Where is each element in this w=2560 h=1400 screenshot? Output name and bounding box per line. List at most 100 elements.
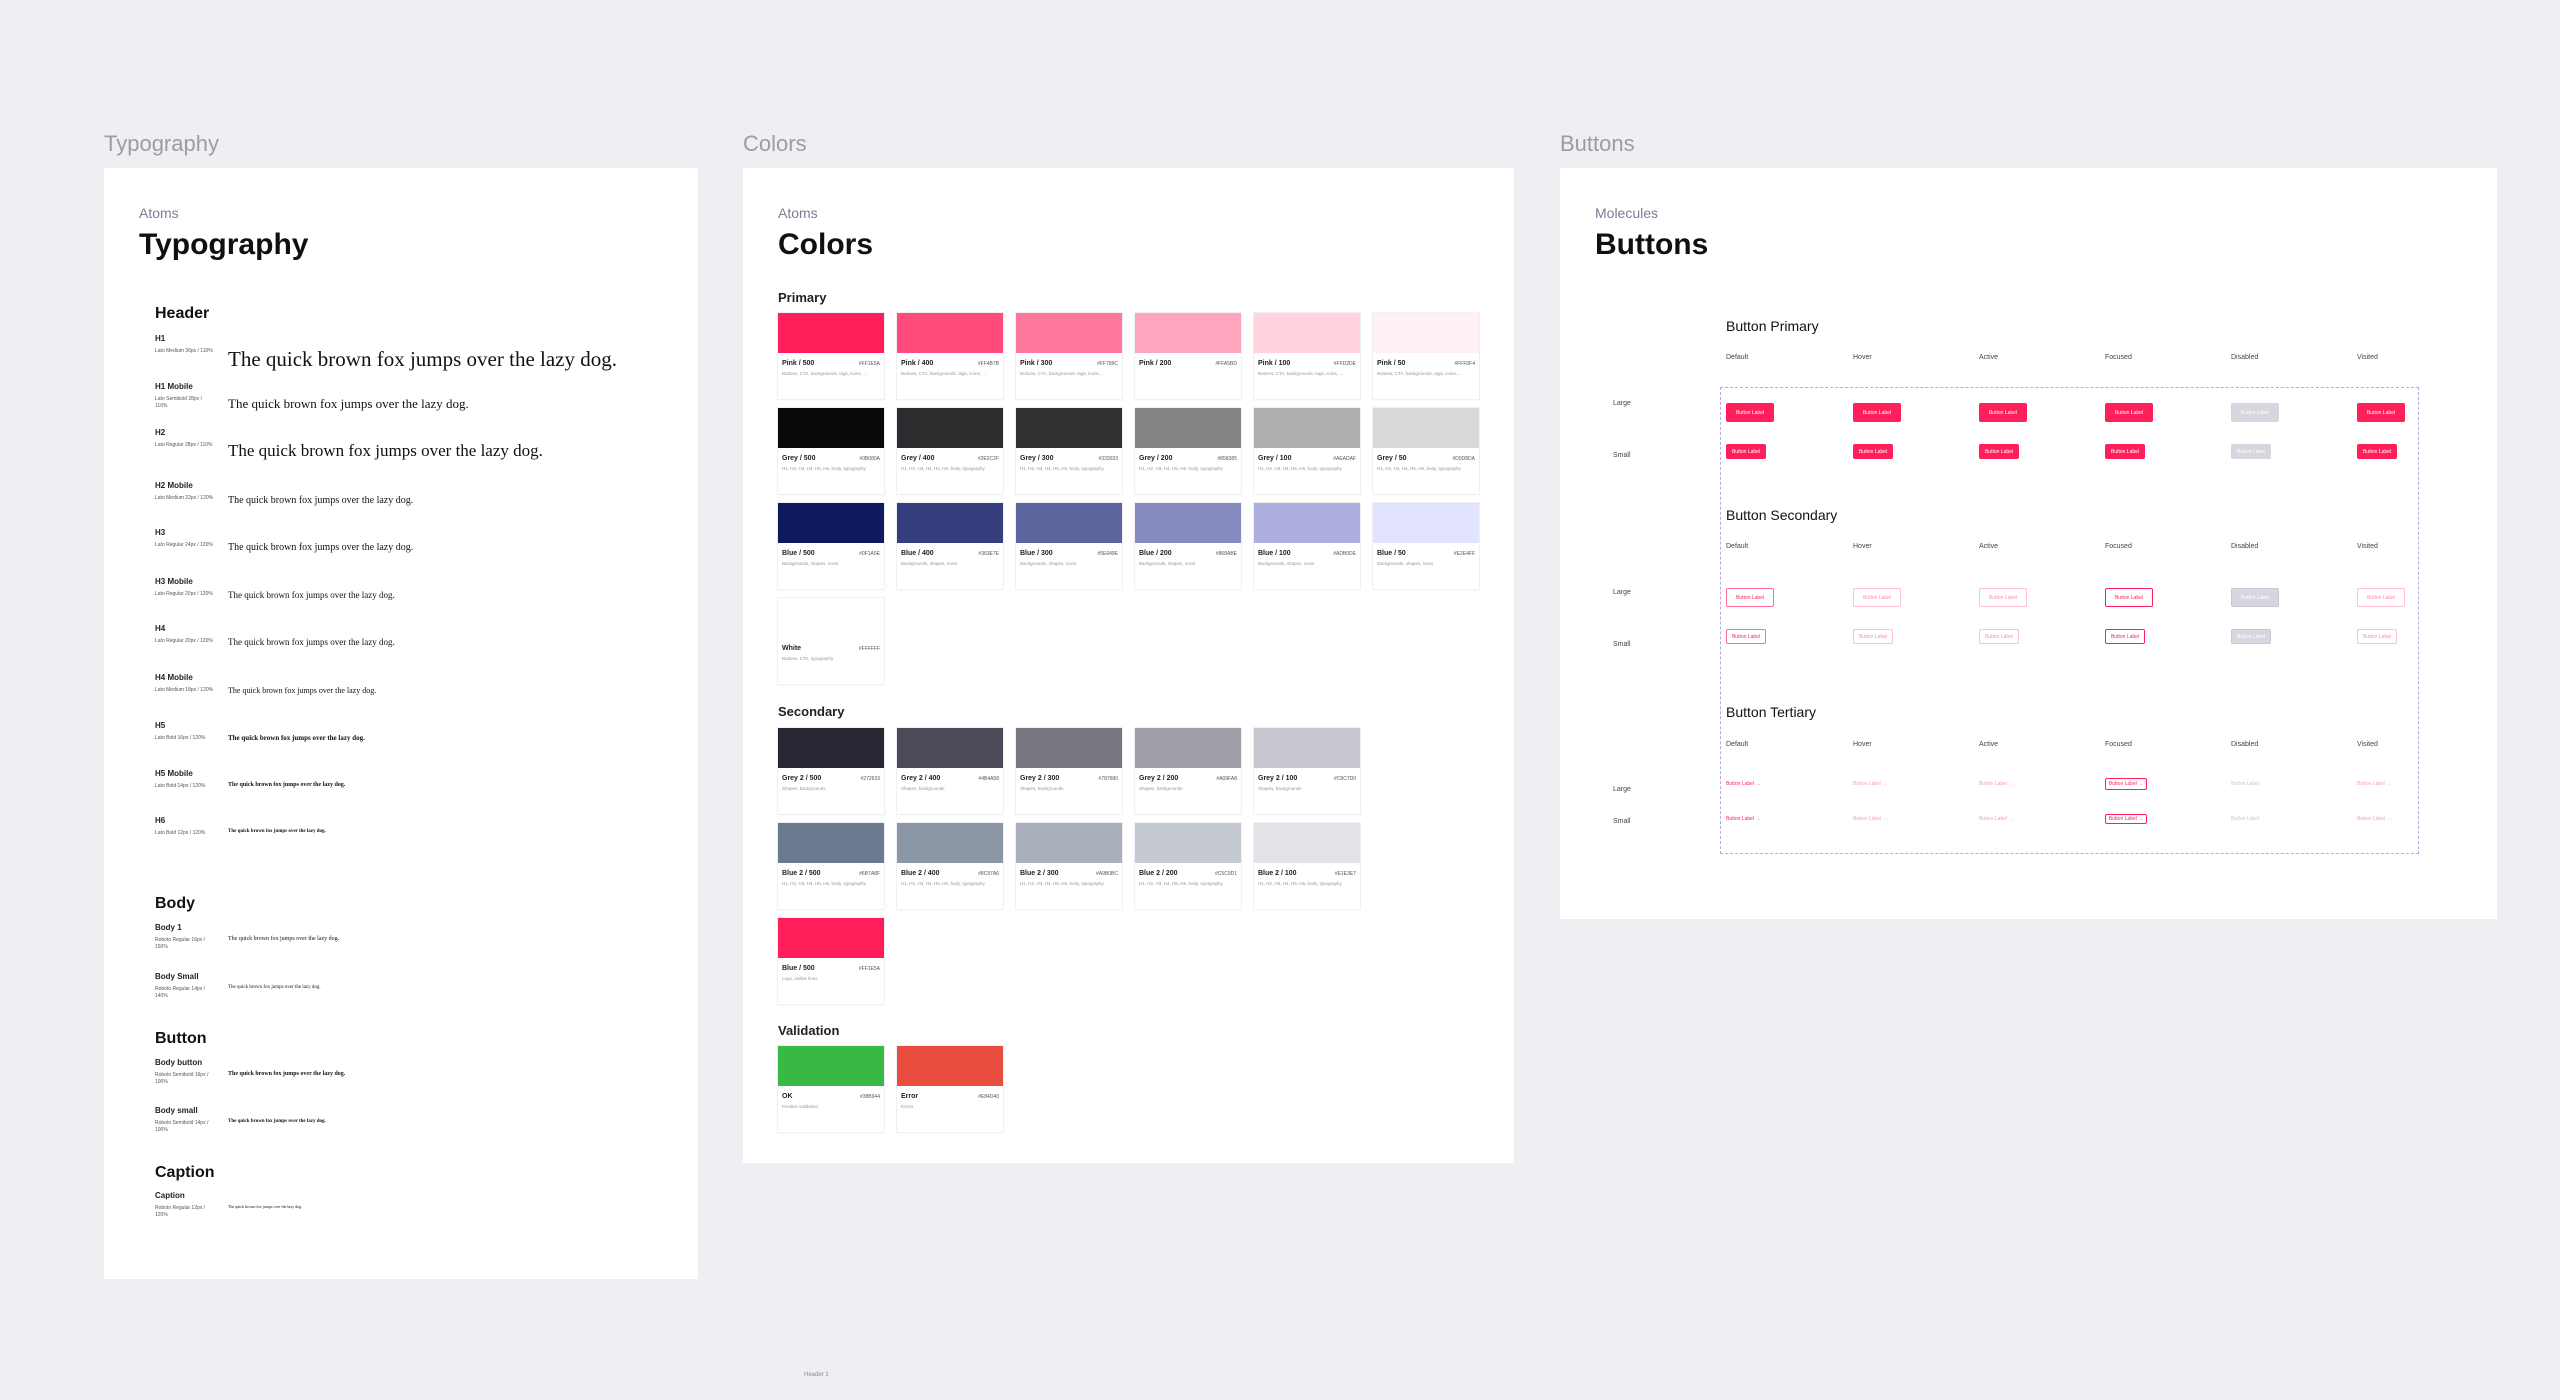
color-swatch-card[interactable]: Grey 2 / 300 #787680 Shapes, backgrounds	[1016, 728, 1122, 814]
button-tertiary-large-disabled[interactable]: Button Label	[2231, 778, 2273, 790]
button-primary-large-default[interactable]: Button Label	[1726, 403, 1774, 422]
button-tertiary-large-hover[interactable]: Button Label →	[1853, 778, 1895, 790]
type-style-name: H5	[155, 721, 166, 730]
state-label-disabled: Disabled	[2231, 741, 2259, 748]
color-swatch-card[interactable]: Pink / 400 #FF4B7B Buttons, CTA, backgroun…	[897, 313, 1003, 399]
button-secondary-large-hover[interactable]: Button Label	[1853, 588, 1901, 607]
type-style-name: Body 1	[155, 923, 182, 932]
color-swatch-card[interactable]: Blue / 500 #0F1A5E Backgrounds, shapes, ic…	[778, 503, 884, 589]
color-swatch-card[interactable]: Blue / 500 #FF1E5A Logo, visible lines	[778, 918, 884, 1004]
typography-frame: Atoms Typography Header Body Button Capt…	[104, 168, 698, 1279]
type-style-meta: Lato Semibold 28px / 110%	[155, 396, 202, 409]
button-primary-large-focused[interactable]: Button Label	[2105, 403, 2153, 422]
button-tertiary-small-disabled[interactable]: Button Label	[2231, 814, 2273, 824]
button-primary-large-disabled[interactable]: Button Label	[2231, 403, 2279, 422]
button-primary-small-active[interactable]: Button Label	[1979, 444, 2019, 459]
swatch-description: H1, H2, H3, H4, H5, H6, body, typography	[782, 466, 866, 471]
color-swatch-card[interactable]: Grey 2 / 400 #4B4A58 Shapes, backgrounds	[897, 728, 1003, 814]
color-swatch	[1135, 728, 1241, 768]
type-style-meta: Lato Bold 12px / 120%	[155, 830, 206, 836]
button-secondary-large-default[interactable]: Button Label	[1726, 588, 1774, 607]
color-swatch-card[interactable]: Grey / 500 #0B080A H1, H2, H3, H4, H5, H6,…	[778, 408, 884, 494]
color-swatch-card[interactable]: Pink / 300 #FF789C Buttons, CTA, backgroun…	[1016, 313, 1122, 399]
color-swatch-card[interactable]: Grey / 100 #AEADAF H1, H2, H3, H4, H5, H6,…	[1254, 408, 1360, 494]
button-primary-small-default[interactable]: Button Label	[1726, 444, 1766, 459]
swatch-name: Blue / 50	[1377, 550, 1406, 557]
swatch-hex: #D9D8DA	[1452, 456, 1475, 462]
button-tertiary-small-active[interactable]: Button Label →	[1979, 814, 2021, 824]
button-tertiary-small-default[interactable]: Button Label →	[1726, 814, 1768, 824]
swatch-name: Pink / 500	[782, 360, 815, 367]
color-swatch-card[interactable]: Pink / 200 #FFA5BD	[1135, 313, 1241, 399]
color-swatch-card[interactable]: Blue / 400 #363E7E Backgrounds, shapes, ic…	[897, 503, 1003, 589]
color-swatch-card[interactable]: OK #38B944 Positive validation	[778, 1046, 884, 1132]
breadcrumb: Atoms	[139, 205, 179, 221]
color-swatch-card[interactable]: Blue / 50 #E2E4FF Backgrounds, shapes, ico…	[1373, 503, 1479, 589]
color-swatch-card[interactable]: Blue 2 / 100 #E1E3E7 H1, H2, H3, H4, H5, H…	[1254, 823, 1360, 909]
swatch-description: H1, H2, H3, H4, H5, H6, body, typography	[1020, 466, 1104, 471]
button-secondary-large-active[interactable]: Button Label	[1979, 588, 2027, 607]
color-swatch-card[interactable]: Pink / 50 #FFF0F4 Buttons, CTA, background…	[1373, 313, 1479, 399]
color-swatch-card[interactable]: Blue 2 / 400 #8C97A6 H1, H2, H3, H4, H5, H…	[897, 823, 1003, 909]
swatch-name: Blue / 100	[1258, 550, 1291, 557]
type-style-row: H3 Lato Regular 24px / 120% The quick brow…	[155, 528, 675, 576]
button-primary-large-active[interactable]: Button Label	[1979, 403, 2027, 422]
color-swatch-card[interactable]: Blue 2 / 300 #A9B0BC H1, H2, H3, H4, H5, H…	[1016, 823, 1122, 909]
type-style-name: H2 Mobile	[155, 481, 193, 490]
color-swatch-card[interactable]: Grey / 50 #D9D8DA H1, H2, H3, H4, H5, H6, …	[1373, 408, 1479, 494]
color-swatch-card[interactable]: Blue / 200 #868ABE Backgrounds, shapes, ic…	[1135, 503, 1241, 589]
color-swatch-card[interactable]: Grey / 300 #333033 H1, H2, H3, H4, H5, H6,…	[1016, 408, 1122, 494]
color-swatch-card[interactable]: Blue / 300 #5E649E Backgrounds, shapes, ic…	[1016, 503, 1122, 589]
button-tertiary-large-default[interactable]: Button Label →	[1726, 778, 1768, 790]
button-primary-large-hover[interactable]: Button Label	[1853, 403, 1901, 422]
state-label-disabled: Disabled	[2231, 543, 2259, 550]
type-style-name: H3 Mobile	[155, 577, 193, 586]
button-primary-small-hover[interactable]: Button Label	[1853, 444, 1893, 459]
swatch-name: OK	[782, 1093, 793, 1100]
button-tertiary-large-focused[interactable]: Button Label →	[2105, 778, 2147, 790]
button-primary-small-visited[interactable]: Button Label	[2357, 444, 2397, 459]
page-title: Typography	[139, 228, 309, 261]
color-swatch-card[interactable]: Grey 2 / 100 #C8C7D0 Shapes, backgrounds	[1254, 728, 1360, 814]
size-label-large: Large	[1613, 400, 1631, 407]
frame-title-colors[interactable]: Colors	[743, 131, 807, 157]
color-swatch	[1373, 408, 1479, 448]
button-secondary-small-focused[interactable]: Button Label	[2105, 629, 2145, 644]
color-swatch	[778, 408, 884, 448]
button-secondary-small-active[interactable]: Button Label	[1979, 629, 2019, 644]
button-secondary-small-hover[interactable]: Button Label	[1853, 629, 1893, 644]
button-secondary-small-disabled[interactable]: Button Label	[2231, 629, 2271, 644]
button-primary-large-visited[interactable]: Button Label	[2357, 403, 2405, 422]
button-secondary-small-default[interactable]: Button Label	[1726, 629, 1766, 644]
color-swatch-card[interactable]: Error #E84D40 Errors	[897, 1046, 1003, 1132]
button-secondary-large-focused[interactable]: Button Label	[2105, 588, 2153, 607]
button-tertiary-large-active[interactable]: Button Label →	[1979, 778, 2021, 790]
color-swatch	[1135, 408, 1241, 448]
frame-title-typography[interactable]: Typography	[104, 131, 219, 157]
button-secondary-small-visited[interactable]: Button Label	[2357, 629, 2397, 644]
button-secondary-large-disabled[interactable]: Button Label	[2231, 588, 2279, 607]
button-primary-small-disabled[interactable]: Button Label	[2231, 444, 2271, 459]
button-tertiary-small-hover[interactable]: Button Label →	[1853, 814, 1895, 824]
colors-frame: Atoms Colors Primary Secondary Validatio…	[743, 168, 1514, 1163]
color-swatch	[778, 503, 884, 543]
color-swatch-card[interactable]: Blue / 100 #ADB0DE Backgrounds, shapes, ic…	[1254, 503, 1360, 589]
color-swatch-card[interactable]: Grey / 200 #858385 H1, H2, H3, H4, H5, H6,…	[1135, 408, 1241, 494]
color-swatch-card[interactable]: Grey / 400 #2E2C2F H1, H2, H3, H4, H5, H6,…	[897, 408, 1003, 494]
color-swatch-card[interactable]: Blue 2 / 200 #C5C9D1 H1, H2, H3, H4, H5, H…	[1135, 823, 1241, 909]
color-swatch-card[interactable]: White #FFFFFF Buttons, CTA, typography	[778, 598, 884, 684]
button-secondary-large-visited[interactable]: Button Label	[2357, 588, 2405, 607]
button-tertiary-large-visited[interactable]: Button Label →	[2357, 778, 2399, 790]
color-swatch-card[interactable]: Blue 2 / 500 #6B7A8F H1, H2, H3, H4, H5, H…	[778, 823, 884, 909]
color-swatch-card[interactable]: Grey 2 / 200 #A09FA8 Shapes, backgrounds	[1135, 728, 1241, 814]
color-swatch-card[interactable]: Grey 2 / 500 #272633 Shapes, backgrounds	[778, 728, 884, 814]
button-tertiary-small-visited[interactable]: Button Label →	[2357, 814, 2399, 824]
swatch-hex: #6B7A8F	[859, 871, 880, 877]
swatch-name: White	[782, 645, 802, 652]
button-tertiary-small-focused[interactable]: Button Label →	[2105, 814, 2147, 824]
frame-title-buttons[interactable]: Buttons	[1560, 131, 1635, 157]
button-primary-small-focused[interactable]: Button Label	[2105, 444, 2145, 459]
color-swatch-card[interactable]: Pink / 100 #FFD2DE Buttons, CTA, backgroun…	[1254, 313, 1360, 399]
color-swatch	[1135, 503, 1241, 543]
color-swatch-card[interactable]: Pink / 500 #FF1E5A Buttons, CTA, backgroun…	[778, 313, 884, 399]
